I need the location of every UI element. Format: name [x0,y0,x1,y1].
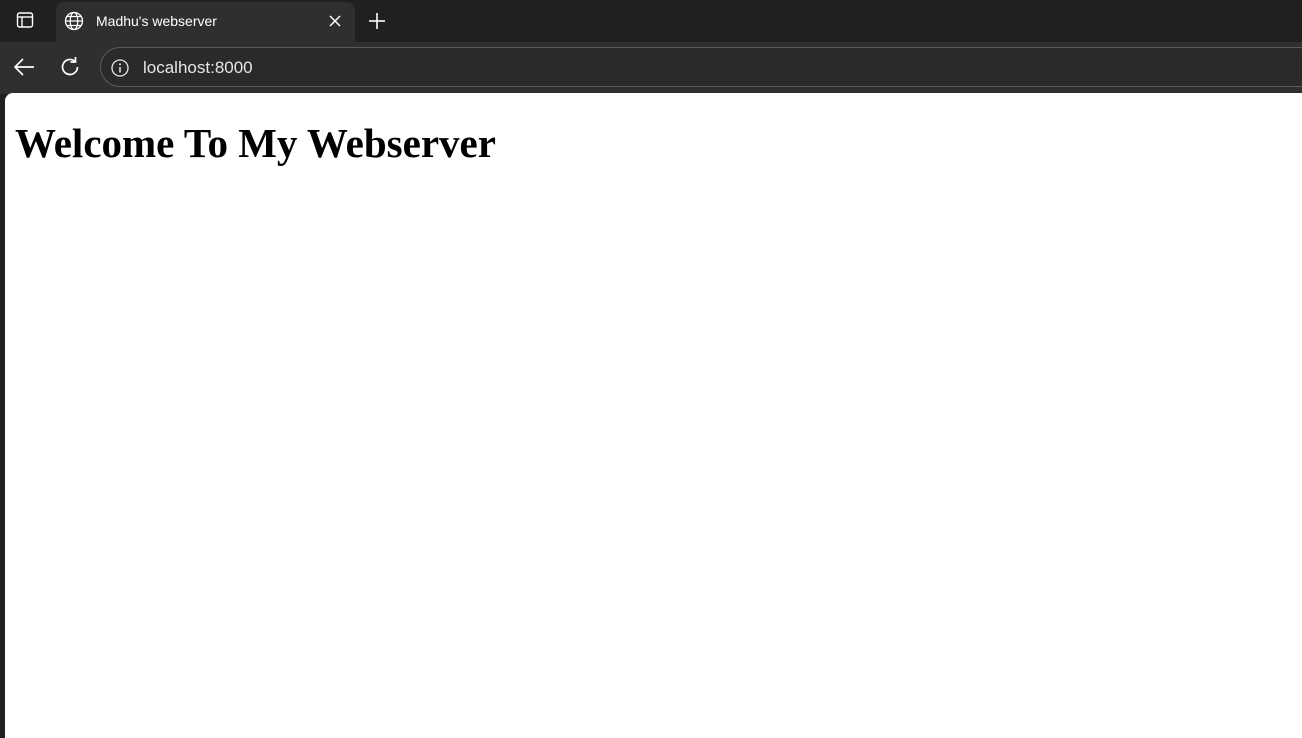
page-heading: Welcome To My Webserver [15,120,496,166]
tab-active[interactable]: Madhu's webserver [56,2,355,42]
tab-strip: Madhu's webserver [0,0,1302,42]
reload-icon [58,55,82,79]
reload-button[interactable] [57,54,83,80]
tab-actions-icon [15,10,35,30]
back-button[interactable] [11,54,37,80]
tab-actions-button[interactable] [6,5,44,35]
address-bar[interactable]: localhost:8000 [100,47,1302,87]
globe-icon [64,11,84,31]
toolbar: localhost:8000 [0,42,1302,94]
close-icon[interactable] [327,13,343,29]
plus-icon [367,11,387,31]
page-viewport: Welcome To My Webserver [5,93,1302,738]
new-tab-button[interactable] [364,8,390,34]
arrow-left-icon [12,55,36,79]
info-icon[interactable] [110,58,130,78]
browser-window: Madhu's webserver localhost:8000 Welcome… [0,0,1302,738]
tab-title: Madhu's webserver [96,13,217,29]
url-text[interactable]: localhost:8000 [143,58,253,78]
